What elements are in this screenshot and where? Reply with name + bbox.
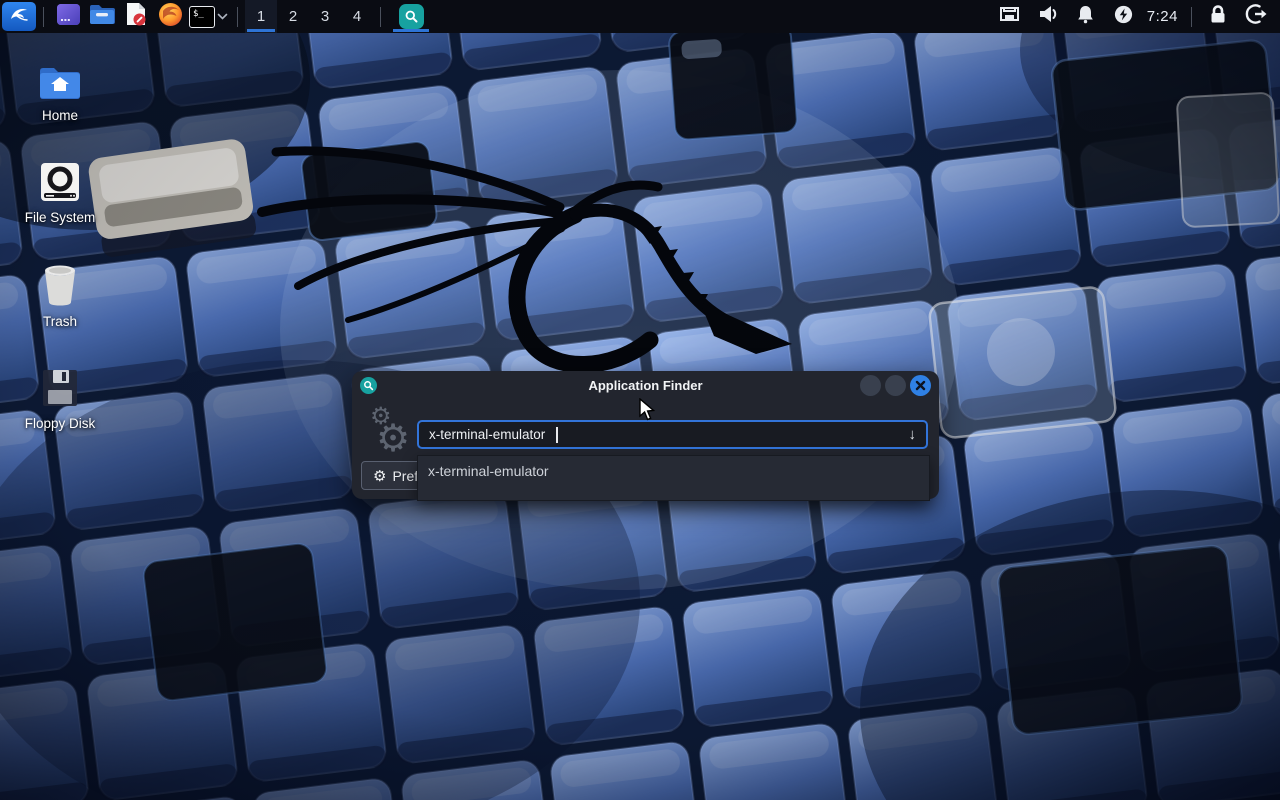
launcher-file-manager[interactable]: [87, 2, 117, 32]
firefox-icon: [158, 2, 183, 32]
completion-item[interactable]: x-terminal-emulator: [418, 456, 929, 486]
application-finder-icon: [399, 4, 424, 29]
network-icon: [998, 4, 1021, 29]
panel-separator: [1191, 7, 1192, 27]
logout-button[interactable]: [1244, 5, 1268, 29]
text-editor-icon: [124, 1, 148, 32]
completion-popup: x-terminal-emulator: [417, 455, 930, 501]
window-title: Application Finder: [352, 378, 939, 393]
workspace-number: 2: [289, 8, 297, 25]
desktop-icon-label: Home: [12, 108, 108, 123]
launcher-terminal[interactable]: $_: [189, 6, 215, 28]
desktop-icon-label: Trash: [12, 314, 108, 329]
lock-icon: [1208, 4, 1228, 30]
notifications-icon: [1075, 4, 1096, 30]
floppy-icon: [12, 366, 108, 408]
desktop-icon-file-system[interactable]: File System: [12, 160, 108, 225]
launcher-text-editor[interactable]: [121, 2, 151, 32]
file-manager-icon: [89, 3, 115, 30]
minimize-button[interactable]: [860, 375, 881, 396]
logout-icon: [1245, 3, 1267, 30]
trash-icon: [12, 264, 108, 306]
panel-separator: [380, 7, 381, 27]
application-finder-gears-icon: ⚙ ⚙: [362, 404, 418, 458]
tray-network[interactable]: [998, 5, 1022, 29]
chevron-down-icon[interactable]: [217, 11, 228, 23]
maximize-button[interactable]: [885, 375, 906, 396]
close-button[interactable]: [910, 375, 931, 396]
terminal-icon: $_: [193, 9, 204, 19]
desktop-icon-home[interactable]: Home: [12, 58, 108, 123]
panel-separator: [237, 7, 238, 27]
panel-clock[interactable]: 7:24: [1147, 8, 1178, 25]
applications-menu-button[interactable]: [2, 2, 36, 31]
application-finder-icon: [360, 377, 377, 394]
expand-arrow-icon[interactable]: ↓: [909, 426, 917, 443]
workspace-3[interactable]: 3: [309, 0, 341, 33]
workspace-2[interactable]: 2: [277, 0, 309, 33]
workspace-number: 1: [257, 8, 265, 25]
desktop-icon-label: Floppy Disk: [12, 416, 108, 431]
search-input-value: x-terminal-emulator: [429, 427, 545, 442]
tray-volume[interactable]: [1036, 5, 1060, 29]
drive-icon: [12, 160, 108, 202]
mouse-cursor: [638, 398, 658, 427]
tasklist-application-finder[interactable]: [388, 0, 434, 33]
workspace-number: 3: [321, 8, 329, 25]
launcher-dashboard[interactable]: [53, 2, 83, 32]
panel-separator: [43, 7, 44, 27]
text-caret: [556, 427, 558, 443]
workspace-number: 4: [353, 8, 361, 25]
workspace-1[interactable]: 1: [245, 0, 277, 33]
volume-icon: [1037, 4, 1059, 29]
gear-icon: ⚙: [373, 467, 386, 485]
tray-notifications[interactable]: [1074, 5, 1098, 29]
desktop-icon-trash[interactable]: Trash: [12, 264, 108, 329]
power-manager-icon: [1113, 4, 1134, 30]
top-panel: $_ 1 2 3 4: [0, 0, 1280, 33]
desktop-icon-label: File System: [12, 210, 108, 225]
lock-screen-button[interactable]: [1206, 5, 1230, 29]
launcher-firefox[interactable]: [155, 2, 185, 32]
home-folder-icon: [12, 58, 108, 100]
kali-menu-icon: [7, 3, 31, 30]
workspace-4[interactable]: 4: [341, 0, 373, 33]
dashboard-icon: [56, 2, 81, 32]
desktop-icon-floppy-disk[interactable]: Floppy Disk: [12, 366, 108, 431]
window-titlebar[interactable]: Application Finder: [352, 371, 939, 399]
search-input[interactable]: x-terminal-emulator ↓: [417, 420, 928, 449]
tray-power-manager[interactable]: [1112, 5, 1136, 29]
